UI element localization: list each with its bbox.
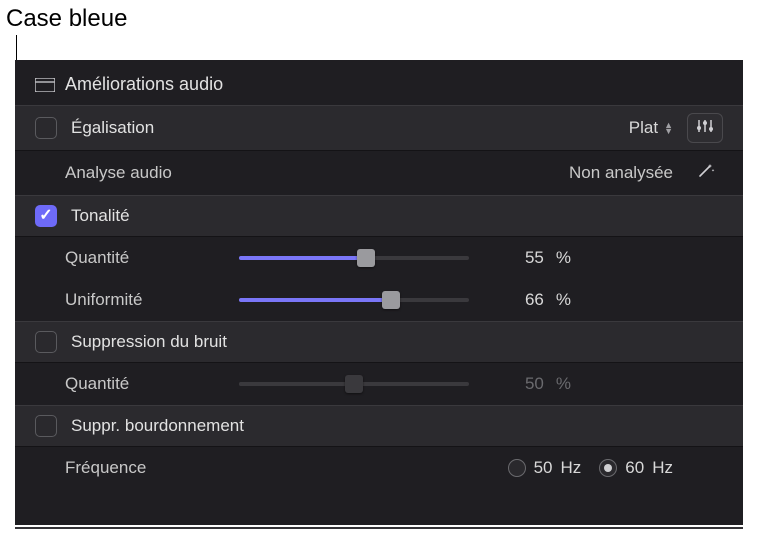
hum-freq-60-value: 60 — [625, 458, 644, 478]
divider — [15, 527, 743, 529]
hum-freq-60-unit: Hz — [652, 458, 673, 478]
tone-amount-label: Quantité — [65, 248, 225, 268]
hum-freq-60hz-option[interactable]: 60 Hz — [599, 458, 673, 478]
noise-reduction-checkbox[interactable] — [35, 331, 57, 353]
tone-uniformity-slider[interactable] — [239, 290, 469, 310]
audio-analysis-row: Analyse audio Non analysée — [15, 151, 743, 195]
hum-removal-row: Suppr. bourdonnement — [15, 405, 743, 447]
panel-icon — [35, 78, 55, 92]
noise-amount-unit: % — [556, 374, 571, 394]
tone-amount-unit: % — [556, 248, 571, 268]
audio-analysis-label: Analyse audio — [65, 163, 225, 183]
analyze-button[interactable] — [687, 158, 723, 188]
equalization-preset-value: Plat — [629, 118, 658, 138]
updown-icon: ▲▼ — [664, 122, 673, 134]
audio-analysis-status: Non analysée — [569, 163, 673, 183]
noise-reduction-label: Suppression du bruit — [71, 332, 723, 352]
equalization-preset-select[interactable]: Plat ▲▼ — [629, 118, 673, 138]
tone-row: Tonalité — [15, 195, 743, 237]
equalization-label: Égalisation — [71, 118, 231, 138]
radio-icon — [599, 459, 617, 477]
tone-checkbox[interactable] — [35, 205, 57, 227]
hum-freq-50-unit: Hz — [561, 458, 582, 478]
section-header: Améliorations audio — [15, 68, 743, 105]
tone-uniformity-value[interactable]: 66 % — [483, 290, 613, 310]
equalization-row: Égalisation Plat ▲▼ — [15, 105, 743, 151]
tone-amount-value[interactable]: 55 % — [483, 248, 613, 268]
equalizer-icon — [696, 118, 714, 138]
magic-wand-icon — [695, 161, 715, 186]
hum-freq-50-value: 50 — [534, 458, 553, 478]
noise-amount-label: Quantité — [65, 374, 225, 394]
tone-label: Tonalité — [71, 206, 231, 226]
tone-uniformity-row: Uniformité 66 % — [15, 279, 743, 321]
tone-amount-row: Quantité 55 % — [15, 237, 743, 279]
radio-icon — [508, 459, 526, 477]
callout-label: Case bleue — [6, 5, 127, 33]
equalization-checkbox[interactable] — [35, 117, 57, 139]
hum-frequency-row: Fréquence 50 Hz 60 Hz — [15, 447, 743, 489]
hum-frequency-radio-group: 50 Hz 60 Hz — [508, 458, 673, 478]
hum-removal-label: Suppr. bourdonnement — [71, 416, 723, 436]
noise-amount-row: Quantité 50 % — [15, 363, 743, 405]
tone-amount-number: 55 — [525, 248, 544, 268]
section-title: Améliorations audio — [65, 74, 223, 95]
tone-amount-slider[interactable] — [239, 248, 469, 268]
noise-amount-slider — [239, 374, 469, 394]
equalizer-button[interactable] — [687, 113, 723, 143]
hum-removal-checkbox[interactable] — [35, 415, 57, 437]
noise-amount-value: 50 % — [483, 374, 613, 394]
tone-uniformity-unit: % — [556, 290, 571, 310]
hum-freq-50hz-option[interactable]: 50 Hz — [508, 458, 582, 478]
tone-uniformity-number: 66 — [525, 290, 544, 310]
tone-uniformity-label: Uniformité — [65, 290, 225, 310]
noise-reduction-row: Suppression du bruit — [15, 321, 743, 363]
audio-enhancements-panel: Améliorations audio Égalisation Plat ▲▼ — [15, 60, 743, 525]
hum-frequency-label: Fréquence — [65, 458, 225, 478]
noise-amount-number: 50 — [525, 374, 544, 394]
